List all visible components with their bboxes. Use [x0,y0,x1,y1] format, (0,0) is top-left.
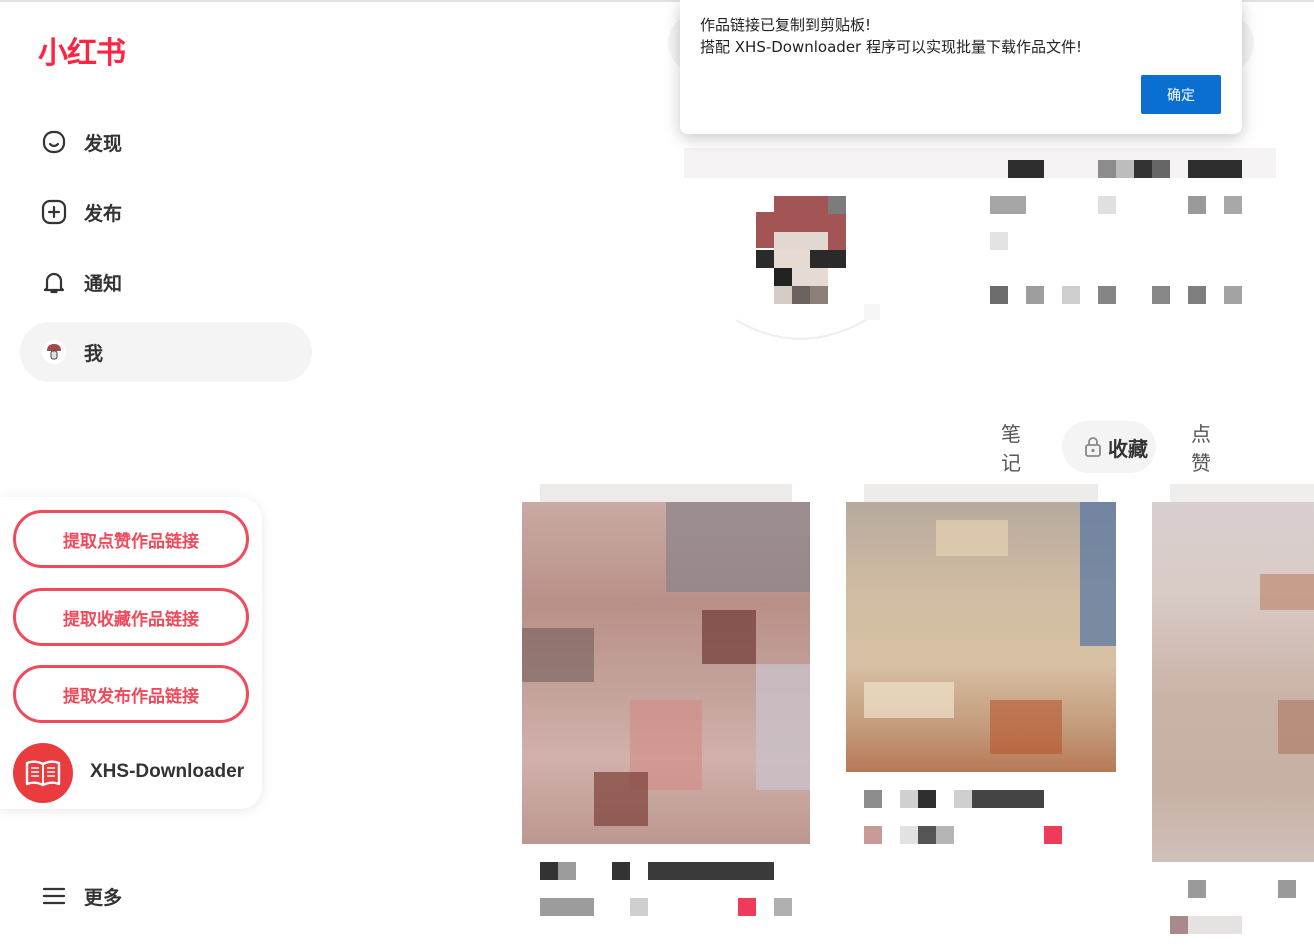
tab-notes[interactable]: 笔记 [1001,421,1021,475]
post-card-3[interactable] [1152,484,1314,862]
sidebar-item-label: 通知 [84,272,123,295]
confirm-button[interactable]: 确定 [1141,75,1221,114]
sidebar-item-more[interactable]: 更多 [20,866,312,926]
profile-avatar[interactable] [734,160,880,340]
post-card-1-meta [540,862,800,918]
sidebar-item-label: 发现 [84,132,123,155]
app-name: XHS-Downloader [90,761,245,782]
discover-icon [40,128,68,156]
bell-icon [40,268,68,296]
profile-info-block [988,158,1248,178]
menu-icon [40,882,68,910]
dialog-message-line-2: 搭配 XHS-Downloader 程序可以实现批量下载作品文件! [700,38,1082,56]
extract-posts-button[interactable]: 提取发布作品链接 [13,665,249,723]
brand-logo[interactable]: 小红书 [38,28,126,72]
post-card-1[interactable] [522,484,810,844]
tab-label: 收藏 [1108,436,1148,461]
plus-square-icon [40,198,68,226]
tab-favorites[interactable]: 收藏 [1062,421,1156,473]
post-card-2-meta [864,790,1084,846]
sidebar-item-notifications[interactable]: 通知 [20,252,312,312]
dialog-message-line-1: 作品链接已复制到剪贴板! [700,16,872,34]
sidebar-item-publish[interactable]: 发布 [20,182,312,242]
profile-stats [990,196,1250,306]
tab-likes[interactable]: 点赞 [1191,421,1211,475]
downloader-panel: 提取点赞作品链接 提取收藏作品链接 提取发布作品链接 XHS-Downloade… [0,497,262,809]
sidebar-item-label: 更多 [84,886,123,909]
post-card-2[interactable] [846,484,1116,772]
book-icon[interactable] [13,743,73,803]
extract-likes-button[interactable]: 提取点赞作品链接 [13,510,249,568]
extract-favorites-button[interactable]: 提取收藏作品链接 [13,588,249,646]
alert-dialog: 作品链接已复制到剪贴板! 搭配 XHS-Downloader 程序可以实现批量下… [680,0,1242,134]
sidebar-item-me[interactable]: 我 [20,322,312,382]
avatar-icon [40,338,68,366]
lock-icon [1084,437,1102,457]
sidebar-item-label: 发布 [84,202,123,225]
post-card-3-meta [1170,880,1300,936]
sidebar-item-discover[interactable]: 发现 [20,112,312,172]
sidebar-item-label: 我 [84,342,104,365]
